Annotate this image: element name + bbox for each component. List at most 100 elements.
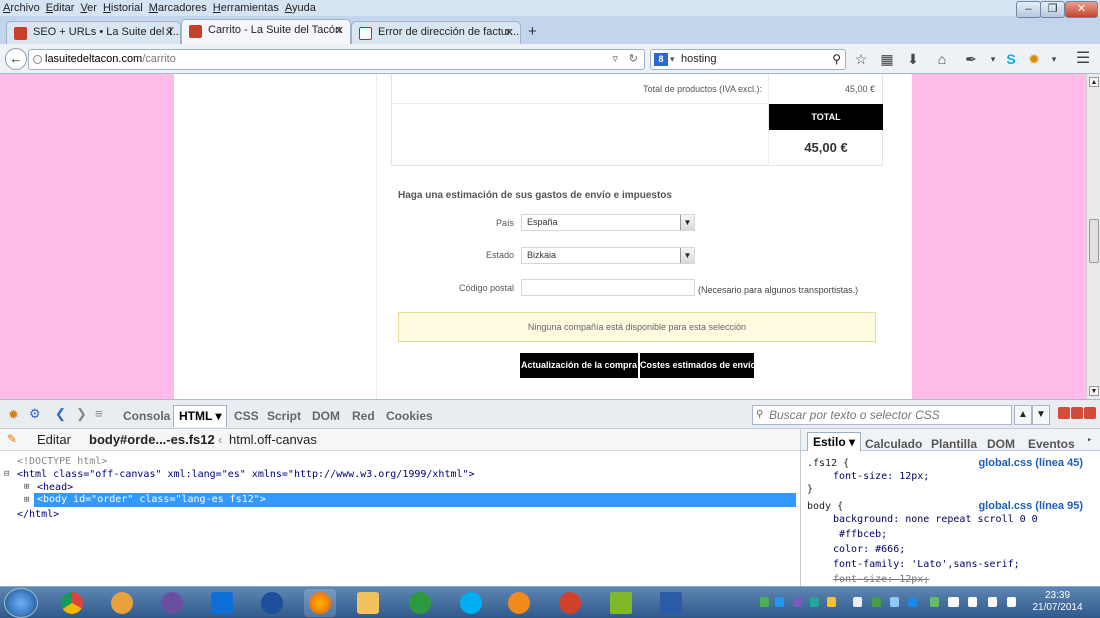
tray-icon[interactable] <box>775 597 784 607</box>
firebug-icon[interactable]: ✹ <box>1025 50 1043 68</box>
dropdown-arrow-icon[interactable]: ▼ <box>680 215 694 230</box>
word-app-icon[interactable] <box>655 589 687 617</box>
tab-seo-urls[interactable]: SEO + URLs • La Suite del T... ✕ <box>6 21 181 44</box>
tab-error-direccion[interactable]: Error de dirección de factur... ✕ <box>351 21 521 44</box>
tab-calculado[interactable]: Calculado <box>865 437 922 451</box>
rule-source-link[interactable]: global.css (línea 45) <box>978 457 1083 469</box>
collapse-icon[interactable]: ⊟ <box>4 468 9 481</box>
devtools-search-input[interactable]: Buscar por texto o selector CSS <box>752 405 1012 425</box>
edit-button[interactable]: Editar <box>37 432 71 447</box>
skype-icon[interactable]: S <box>1002 50 1020 68</box>
dropdown-arrow-icon[interactable]: ▾ <box>1045 50 1063 68</box>
tray-icon[interactable] <box>827 597 836 607</box>
tab-plantilla[interactable]: Plantilla <box>931 437 977 451</box>
tab-cookies[interactable]: Cookies <box>386 409 433 423</box>
rule-declaration-overridden[interactable]: font-size: 12px; <box>833 574 929 585</box>
page-scrollbar[interactable]: ▲ ▼ <box>1086 74 1100 399</box>
start-button[interactable] <box>4 588 38 618</box>
search-next-button[interactable]: ▼ <box>1032 405 1050 425</box>
rule-declaration-value[interactable]: #ffbceb; <box>839 529 887 540</box>
bookmarks-menu-icon[interactable]: ▦ <box>878 50 896 68</box>
reload-icon[interactable]: ↻ <box>629 50 638 69</box>
html-node[interactable]: <html class="off-canvas" xml:lang="es" x… <box>17 468 475 481</box>
downloads-icon[interactable]: ⬇ <box>904 50 922 68</box>
tab-html[interactable]: HTML ▾ <box>173 405 228 427</box>
expand-icon[interactable]: ⊞ <box>24 494 29 507</box>
back-arrow-icon[interactable]: ❮ <box>55 406 66 422</box>
url-bar[interactable]: lasuitedeltacon.com/carrito ▿ ↻ <box>28 49 645 70</box>
scroll-down-arrow[interactable]: ▼ <box>1089 386 1099 396</box>
edit-icon[interactable]: ✎ <box>7 432 17 446</box>
rule-source-link[interactable]: global.css (línea 95) <box>978 500 1083 512</box>
expand-icon[interactable]: ⊞ <box>24 481 29 494</box>
menu-historial[interactable]: Historial <box>100 0 146 15</box>
search-prev-button[interactable]: ▲ <box>1014 405 1032 425</box>
scroll-thumb[interactable] <box>1089 219 1099 263</box>
power-app-icon[interactable] <box>256 589 288 617</box>
tab-carrito[interactable]: Carrito - La Suite del Tacón ✕ <box>181 19 351 44</box>
tab-css[interactable]: CSS <box>234 409 259 423</box>
rule-declaration[interactable]: color: #666; <box>833 544 905 555</box>
chrome-app-icon[interactable] <box>56 589 88 617</box>
breadcrumb-body[interactable]: body#orde...-es.fs12 <box>89 432 215 447</box>
tray-icon[interactable] <box>890 597 899 607</box>
system-clock[interactable]: 23:39 21/07/2014 <box>1030 590 1085 614</box>
estimate-shipping-button[interactable]: Costes estimados de envío <box>640 353 756 378</box>
explorer-app-icon[interactable] <box>352 589 384 617</box>
body-node-selected[interactable]: <body id="order" class="lang-es fs12"> <box>34 493 796 507</box>
tray-icon[interactable] <box>872 597 881 607</box>
battery-icon[interactable] <box>930 597 939 607</box>
dropdown-arrow-icon[interactable]: ▾ <box>984 50 1002 68</box>
menu-ayuda[interactable]: Ayuda <box>282 0 319 15</box>
onenote-tray-icon[interactable] <box>793 597 802 607</box>
close-tab-icon[interactable]: ✕ <box>165 26 174 39</box>
search-icon[interactable]: ⚲ <box>832 50 841 69</box>
breadcrumb-html[interactable]: html.off-canvas <box>229 432 317 447</box>
tray-icon[interactable] <box>908 597 917 607</box>
close-tab-icon[interactable]: ✕ <box>335 24 344 37</box>
minimize-devtools-icon[interactable] <box>1058 407 1070 419</box>
tray-icon[interactable] <box>810 597 819 607</box>
state-select[interactable]: Bizkaia ▼ <box>521 247 695 264</box>
rule-declaration[interactable]: font-size: 12px; <box>833 471 929 482</box>
rule-declaration[interactable]: background: none repeat scroll 0 0 <box>833 514 1038 525</box>
search-engine-icon[interactable]: 8 <box>654 53 668 66</box>
firefox-app-icon[interactable] <box>304 589 336 617</box>
inspect-icon[interactable]: ⚙ <box>29 406 41 422</box>
signal-icon[interactable] <box>948 597 959 607</box>
scroll-up-arrow[interactable]: ▲ <box>1089 77 1099 87</box>
tab-dom-style[interactable]: DOM <box>987 437 1015 451</box>
tab-red[interactable]: Red <box>352 409 375 423</box>
detach-devtools-icon[interactable] <box>1071 407 1083 419</box>
ccleaner-app-icon[interactable] <box>554 589 586 617</box>
tray-icon[interactable] <box>853 597 862 607</box>
volume-icon[interactable] <box>968 597 977 607</box>
minimize-button[interactable]: – <box>1016 1 1041 18</box>
bookmark-star-icon[interactable]: ☆ <box>852 50 870 68</box>
close-window-button[interactable]: ✕ <box>1065 1 1098 18</box>
close-tab-icon[interactable]: ✕ <box>505 26 514 39</box>
tray-icon[interactable] <box>760 597 769 607</box>
rule-declaration[interactable]: font-family: 'Lato',sans-serif; <box>833 559 1020 570</box>
menu-ver[interactable]: Ver <box>77 0 100 15</box>
flag-icon[interactable] <box>988 597 997 607</box>
search-input[interactable]: hosting <box>681 53 716 65</box>
tab-estilo[interactable]: Estilo ▾ <box>807 432 862 451</box>
tab-script[interactable]: Script <box>267 409 301 423</box>
action-center-icon[interactable] <box>1007 597 1016 607</box>
restore-button[interactable]: ❐ <box>1040 1 1065 18</box>
paint-app-icon[interactable] <box>106 589 138 617</box>
menu-editar[interactable]: Editar <box>43 0 78 15</box>
menu-herramientas[interactable]: Herramientas <box>210 0 282 15</box>
menu-archivo[interactable]: Archivo <box>0 0 43 15</box>
dropdown-arrow-icon[interactable]: ▿ <box>612 50 618 69</box>
filezilla-app-icon[interactable] <box>404 589 436 617</box>
back-button[interactable]: ← <box>5 48 27 70</box>
forward-arrow-icon[interactable]: ❯ <box>76 406 87 422</box>
country-select[interactable]: España ▼ <box>521 214 695 231</box>
update-cart-button[interactable]: Actualización de la compra <box>520 353 638 378</box>
hamburger-menu-icon[interactable]: ☰ <box>1074 50 1092 68</box>
tab-consola[interactable]: Consola <box>123 409 170 423</box>
pen-tool-icon[interactable]: ✒ <box>962 50 980 68</box>
new-tab-button[interactable]: + <box>528 23 537 40</box>
